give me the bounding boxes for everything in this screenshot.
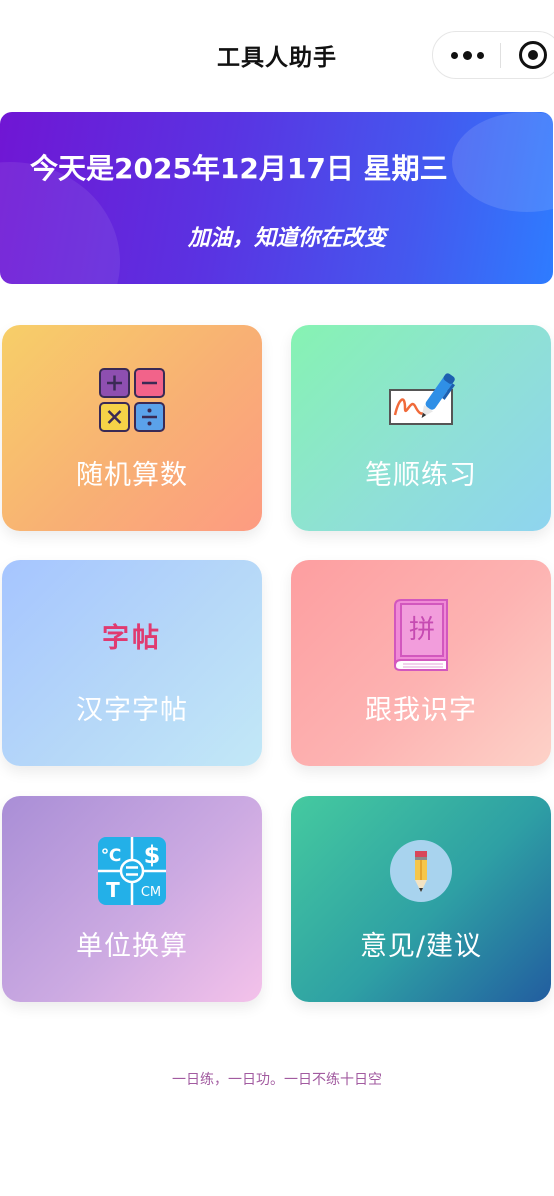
card-unit-conversion[interactable]: ℃ $ T CM 单位换算 — [2, 796, 262, 1002]
book-character: 拼 — [409, 615, 435, 645]
unit-convert-icon: ℃ $ T CM — [2, 836, 262, 906]
capsule-divider — [500, 43, 501, 68]
math-operators-icon — [2, 365, 262, 435]
pencil-icon — [291, 836, 551, 906]
banner-motto: 加油，知道你在改变 — [188, 226, 387, 251]
date-banner: 今天是2025年12月17日 星期三 加油，知道你在改变 — [0, 112, 553, 284]
nav-bar: 工具人助手 — [0, 0, 554, 110]
svg-text:$: $ — [144, 841, 161, 869]
card-label: 汉字字帖 — [76, 695, 188, 726]
dot-icon — [450, 51, 458, 59]
pinyin-book-icon: 拼 — [291, 599, 551, 671]
svg-text:CM: CM — [141, 885, 161, 900]
more-menu-button[interactable] — [433, 32, 501, 78]
card-stroke-practice[interactable]: 笔顺练习 — [291, 325, 551, 531]
card-character-copybook[interactable]: 字帖 汉字字帖 — [2, 560, 262, 766]
banner-date: 今天是2025年12月17日 星期三 — [30, 152, 448, 185]
card-label: 意见/建议 — [359, 931, 483, 962]
dot-icon — [476, 51, 484, 59]
mini-program-capsule — [432, 31, 554, 79]
card-label: 随机算数 — [76, 460, 188, 491]
footer-slogan: 一日练，一日功。一日不练十日空 — [172, 1072, 382, 1088]
card-random-math[interactable]: 随机算数 — [2, 325, 262, 531]
card-feedback[interactable]: 意见/建议 — [291, 796, 551, 1002]
card-label: 笔顺练习 — [365, 460, 477, 491]
pen-writing-icon — [291, 365, 551, 435]
svg-text:T: T — [106, 878, 120, 902]
card-label: 跟我识字 — [365, 695, 477, 726]
zitie-text-icon: 字帖 — [2, 600, 262, 670]
zitie-icon-text: 字帖 — [102, 622, 162, 654]
banner-decoration — [452, 112, 553, 212]
dot-icon — [462, 50, 472, 60]
svg-text:℃: ℃ — [101, 846, 122, 866]
card-learn-characters[interactable]: 拼 跟我识字 — [291, 560, 551, 766]
card-label: 单位换算 — [76, 931, 188, 962]
close-target-icon[interactable] — [519, 41, 547, 69]
